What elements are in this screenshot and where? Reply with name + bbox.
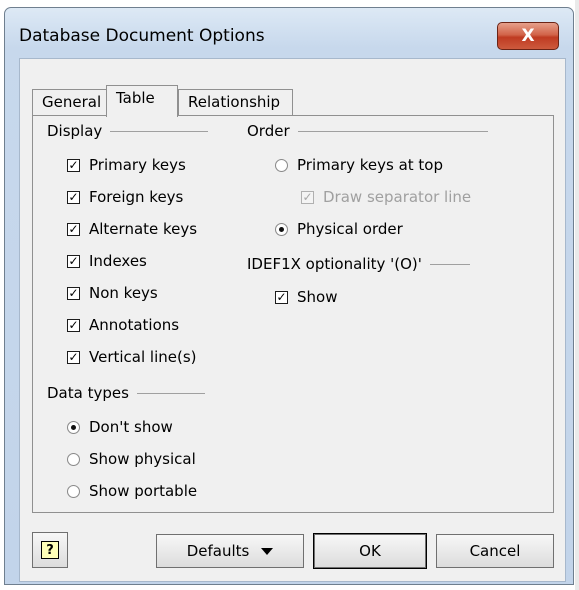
- radio-label: Primary keys at top: [297, 156, 443, 174]
- background-strip: [575, 0, 579, 590]
- idef1x-group-title: IDEF1X optionality '(O)': [247, 255, 470, 273]
- tab-general-label: General: [42, 93, 102, 111]
- radio-icon[interactable]: [275, 222, 288, 236]
- cancel-button-label: Cancel: [469, 542, 521, 560]
- checkbox-icon[interactable]: ✓: [67, 222, 80, 236]
- radio-icon[interactable]: [67, 484, 80, 498]
- radio-icon[interactable]: [275, 158, 288, 172]
- radio-selected-dot: [279, 226, 284, 232]
- radio-selected-dot: [71, 424, 76, 430]
- tab-relationship[interactable]: Relationship: [178, 89, 293, 115]
- divider: [136, 392, 205, 394]
- checkbox-icon[interactable]: ✓: [275, 290, 288, 304]
- checkbox-icon[interactable]: ✓: [67, 190, 80, 204]
- checkbox-icon[interactable]: ✓: [67, 254, 80, 268]
- idef1x-group-label: IDEF1X optionality '(O)': [247, 255, 422, 273]
- chevron-down-icon: [261, 547, 274, 555]
- title-bar[interactable]: Database Document Options X: [5, 8, 573, 56]
- divider: [429, 263, 470, 265]
- radio-show-physical[interactable]: Show physical: [67, 450, 196, 468]
- defaults-button-label: Defaults: [186, 542, 250, 560]
- radio-label: Show physical: [89, 450, 196, 468]
- checkbox-label: Foreign keys: [89, 188, 184, 206]
- checkbox-non-keys[interactable]: ✓ Non keys: [67, 284, 158, 302]
- dialog-client-area: General Table Relationship Display ✓ Pri…: [19, 58, 566, 582]
- checkbox-label: Non keys: [89, 284, 158, 302]
- tab-general[interactable]: General: [32, 89, 108, 115]
- checkbox-draw-separator-line: ✓ Draw separator line: [301, 188, 471, 206]
- help-button[interactable]: ?: [32, 532, 68, 568]
- close-button[interactable]: X: [497, 22, 559, 50]
- radio-icon[interactable]: [67, 452, 80, 466]
- ok-button-label: OK: [359, 542, 381, 560]
- order-group-title: Order: [247, 122, 488, 140]
- checkbox-label: Show: [297, 288, 338, 306]
- order-group-label: Order: [247, 122, 290, 140]
- tab-relationship-label: Relationship: [188, 93, 281, 111]
- radio-dont-show[interactable]: Don't show: [67, 418, 173, 436]
- divider: [110, 130, 209, 132]
- ok-button[interactable]: OK: [313, 533, 427, 569]
- dialog-window: Database Document Options X General Tabl…: [4, 7, 574, 585]
- checkbox-label: Indexes: [89, 252, 147, 270]
- display-group-label: Display: [47, 122, 103, 140]
- checkbox-icon[interactable]: ✓: [67, 158, 80, 172]
- checkbox-icon[interactable]: ✓: [67, 286, 80, 300]
- data-types-group-title: Data types: [47, 384, 205, 402]
- display-group-title: Display: [47, 122, 209, 140]
- checkbox-idef1x-show[interactable]: ✓ Show: [275, 288, 337, 306]
- tab-table[interactable]: Table: [106, 85, 178, 117]
- checkbox-label: Primary keys: [89, 156, 186, 174]
- checkbox-foreign-keys[interactable]: ✓ Foreign keys: [67, 188, 183, 206]
- checkbox-icon[interactable]: ✓: [67, 318, 80, 332]
- checkbox-vertical-lines[interactable]: ✓ Vertical line(s): [67, 348, 197, 366]
- radio-label: Physical order: [297, 220, 403, 238]
- radio-label: Don't show: [89, 418, 173, 436]
- checkbox-indexes[interactable]: ✓ Indexes: [67, 252, 147, 270]
- checkbox-label: Annotations: [89, 316, 180, 334]
- checkbox-primary-keys[interactable]: ✓ Primary keys: [67, 156, 186, 174]
- cancel-button[interactable]: Cancel: [436, 534, 554, 568]
- defaults-dropdown-button[interactable]: Defaults: [156, 534, 304, 568]
- close-icon: X: [521, 26, 535, 46]
- radio-show-portable[interactable]: Show portable: [67, 482, 197, 500]
- radio-primary-keys-at-top[interactable]: Primary keys at top: [275, 156, 443, 174]
- radio-icon[interactable]: [67, 420, 80, 434]
- divider: [297, 130, 488, 132]
- data-types-group-label: Data types: [47, 384, 129, 402]
- radio-label: Show portable: [89, 482, 198, 500]
- checkbox-alternate-keys[interactable]: ✓ Alternate keys: [67, 220, 197, 238]
- checkbox-label: Draw separator line: [323, 188, 472, 206]
- checkbox-icon[interactable]: ✓: [67, 350, 80, 364]
- radio-physical-order[interactable]: Physical order: [275, 220, 403, 238]
- window-title: Database Document Options: [19, 26, 265, 46]
- tab-table-label: Table: [116, 89, 155, 107]
- help-icon: ?: [41, 541, 59, 559]
- checkbox-label: Alternate keys: [89, 220, 198, 238]
- table-tab-panel: Display ✓ Primary keys ✓ Foreign keys ✓ …: [32, 115, 554, 513]
- checkbox-icon: ✓: [301, 190, 314, 204]
- checkbox-annotations[interactable]: ✓ Annotations: [67, 316, 179, 334]
- checkbox-label: Vertical line(s): [89, 348, 197, 366]
